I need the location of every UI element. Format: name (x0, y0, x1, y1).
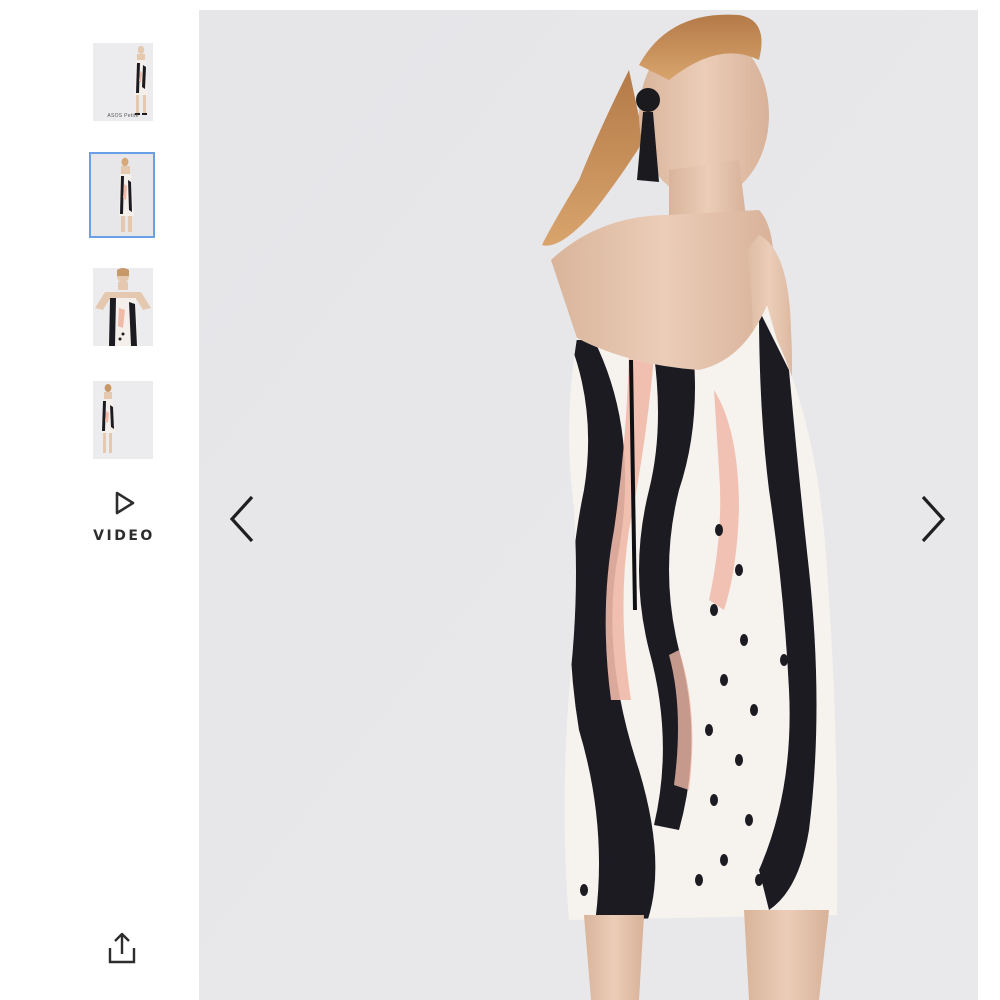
chevron-right-icon (921, 495, 946, 543)
next-image-button[interactable] (913, 489, 953, 549)
gallery-thumbnail-4[interactable] (93, 381, 153, 459)
product-gallery: ASOS Petite VIDEO (0, 0, 1000, 1000)
thumbnail-image-back (91, 154, 153, 236)
video-button[interactable]: VIDEO (88, 490, 160, 558)
gallery-thumbnail-3[interactable] (93, 268, 153, 346)
thumbnail-image-closeup (93, 268, 153, 346)
video-label: VIDEO (93, 528, 155, 544)
thumbnail-image-front (93, 43, 153, 121)
chevron-left-icon (229, 495, 254, 543)
share-icon (108, 932, 136, 964)
thumbnail-caption: ASOS Petite (107, 113, 139, 119)
gallery-thumbnail-1[interactable]: ASOS Petite (93, 43, 153, 121)
play-icon (115, 491, 135, 515)
share-button[interactable] (106, 930, 138, 966)
thumbnail-image-side (93, 381, 153, 459)
product-photo (199, 10, 978, 1000)
previous-image-button[interactable] (222, 489, 262, 549)
gallery-thumbnail-2[interactable] (89, 152, 155, 238)
main-product-image (199, 10, 978, 1000)
